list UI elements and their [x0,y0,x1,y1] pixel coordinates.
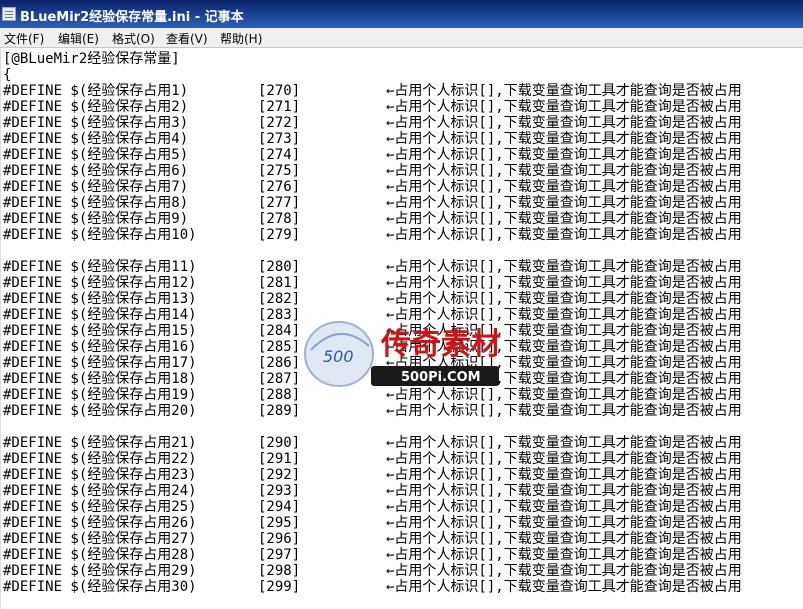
define-name: #DEFINE $(经验保存占用12) [3,275,197,291]
menu-edit[interactable]: 编辑(E) [58,30,99,47]
define-name: #DEFINE $(经验保存占用13) [3,291,197,307]
define-name: #DEFINE $(经验保存占用5) [3,147,189,163]
define-comment: ←占用个人标识[],下载变量查询工具才能查询是否被占用 [386,259,742,275]
menu-bar: 文件(F) 编辑(E) 格式(O) 查看(V) 帮助(H) [0,28,803,48]
define-value: [277] [258,195,301,211]
define-name: #DEFINE $(经验保存占用7) [3,179,189,195]
define-name: #DEFINE $(经验保存占用2) [3,99,189,115]
define-comment: ←占用个人标识[],下载变量查询工具才能查询是否被占用 [386,147,742,163]
define-value: [276] [258,179,301,195]
define-name: #DEFINE $(经验保存占用22) [3,451,197,467]
define-value: [298] [258,563,301,579]
define-comment: ←占用个人标识[],下载变量查询工具才能查询是否被占用 [386,515,742,531]
define-value: [272] [258,115,301,131]
menu-file[interactable]: 文件(F) [4,30,44,47]
define-comment: ←占用个人标识[],下载变量查询工具才能查询是否被占用 [386,211,742,227]
define-value: [287] [258,371,301,387]
define-comment: ←占用个人标识[],下载变量查询工具才能查询是否被占用 [386,451,742,467]
watermark-badge: 500 [323,347,354,366]
define-comment: ←占用个人标识[],下载变量查询工具才能查询是否被占用 [386,531,742,547]
define-comment: ←占用个人标识[],下载变量查询工具才能查询是否被占用 [386,179,742,195]
define-name: #DEFINE $(经验保存占用28) [3,547,197,563]
define-value: [299] [258,579,301,595]
define-name: #DEFINE $(经验保存占用25) [3,499,197,515]
define-name: #DEFINE $(经验保存占用6) [3,163,189,179]
menu-view[interactable]: 查看(V) [166,30,208,47]
define-comment: ←占用个人标识[],下载变量查询工具才能查询是否被占用 [386,579,742,595]
define-name: #DEFINE $(经验保存占用26) [3,515,197,531]
define-name: #DEFINE $(经验保存占用27) [3,531,197,547]
define-comment: ←占用个人标识[],下载变量查询工具才能查询是否被占用 [386,499,742,515]
define-value: [283] [258,307,301,323]
define-comment: ←占用个人标识[],下载变量查询工具才能查询是否被占用 [386,99,742,115]
define-comment: ←占用个人标识[],下载变量查询工具才能查询是否被占用 [386,115,742,131]
define-value: [281] [258,275,301,291]
define-comment: ←占用个人标识[],下载变量查询工具才能查询是否被占用 [386,163,742,179]
watermark-logo: 500 传奇素材 500Pi.COM [304,321,501,387]
define-comment: ←占用个人标识[],下载变量查询工具才能查询是否被占用 [386,483,742,499]
text-editor[interactable]: [@BLueMir2经验保存常量] { #DEFINE $(经验保存占用1) [2… [0,48,803,609]
define-value: [282] [258,291,301,307]
define-name: #DEFINE $(经验保存占用30) [3,579,197,595]
define-value: [288] [258,387,301,403]
define-name: #DEFINE $(经验保存占用14) [3,307,197,323]
define-comment: ←占用个人标识[],下载变量查询工具才能查询是否被占用 [386,403,742,419]
define-name: #DEFINE $(经验保存占用15) [3,323,197,339]
define-comment: ←占用个人标识[],下载变量查询工具才能查询是否被占用 [386,291,742,307]
define-value: [286] [258,355,301,371]
define-name: #DEFINE $(经验保存占用17) [3,355,197,371]
define-name: #DEFINE $(经验保存占用11) [3,259,197,275]
define-value: [270] [258,83,301,99]
define-value: [289] [258,403,301,419]
define-value: [280] [258,259,301,275]
define-comment: ←占用个人标识[],下载变量查询工具才能查询是否被占用 [386,435,742,451]
define-name: #DEFINE $(经验保存占用21) [3,435,197,451]
define-comment: ←占用个人标识[],下载变量查询工具才能查询是否被占用 [386,131,742,147]
define-name: #DEFINE $(经验保存占用16) [3,339,197,355]
define-value: [284] [258,323,301,339]
define-value: [294] [258,499,301,515]
title-bar[interactable]: BLueMir2经验保存常量.ini - 记事本 [0,0,803,28]
define-value: [279] [258,227,301,243]
define-value: [297] [258,547,301,563]
define-value: [278] [258,211,301,227]
notepad-icon [2,7,16,21]
define-name: #DEFINE $(经验保存占用3) [3,115,189,131]
define-name: #DEFINE $(经验保存占用1) [3,83,189,99]
watermark-site: 500Pi.COM [401,370,481,385]
define-value: [274] [258,147,301,163]
define-name: #DEFINE $(经验保存占用24) [3,483,197,499]
define-comment: ←占用个人标识[],下载变量查询工具才能查询是否被占用 [386,275,742,291]
define-value: [290] [258,435,301,451]
define-value: [296] [258,531,301,547]
define-name: #DEFINE $(经验保存占用9) [3,211,189,227]
menu-format[interactable]: 格式(O) [112,30,155,47]
define-comment: ←占用个人标识[],下载变量查询工具才能查询是否被占用 [386,467,742,483]
define-name: #DEFINE $(经验保存占用20) [3,403,197,419]
define-comment: ←占用个人标识[],下载变量查询工具才能查询是否被占用 [386,195,742,211]
define-name: #DEFINE $(经验保存占用8) [3,195,189,211]
define-comment: ←占用个人标识[],下载变量查询工具才能查询是否被占用 [386,227,742,243]
define-value: [292] [258,467,301,483]
define-name: #DEFINE $(经验保存占用19) [3,387,197,403]
define-value: [293] [258,483,301,499]
define-value: [291] [258,451,301,467]
menu-help[interactable]: 帮助(H) [220,30,262,47]
define-value: [295] [258,515,301,531]
define-name: #DEFINE $(经验保存占用18) [3,371,197,387]
define-value: [271] [258,99,301,115]
define-comment: ←占用个人标识[],下载变量查询工具才能查询是否被占用 [386,83,742,99]
watermark-brand: 传奇素材 [380,327,501,362]
define-name: #DEFINE $(经验保存占用23) [3,467,197,483]
define-value: [285] [258,339,301,355]
define-name: #DEFINE $(经验保存占用10) [3,227,197,243]
window-title: BLueMir2经验保存常量.ini - 记事本 [20,10,244,25]
define-comment: ←占用个人标识[],下载变量查询工具才能查询是否被占用 [386,547,742,563]
define-name: #DEFINE $(经验保存占用4) [3,131,189,147]
define-name: #DEFINE $(经验保存占用29) [3,563,197,579]
define-value: [273] [258,131,301,147]
define-value: [275] [258,163,301,179]
define-comment: ←占用个人标识[],下载变量查询工具才能查询是否被占用 [386,563,742,579]
